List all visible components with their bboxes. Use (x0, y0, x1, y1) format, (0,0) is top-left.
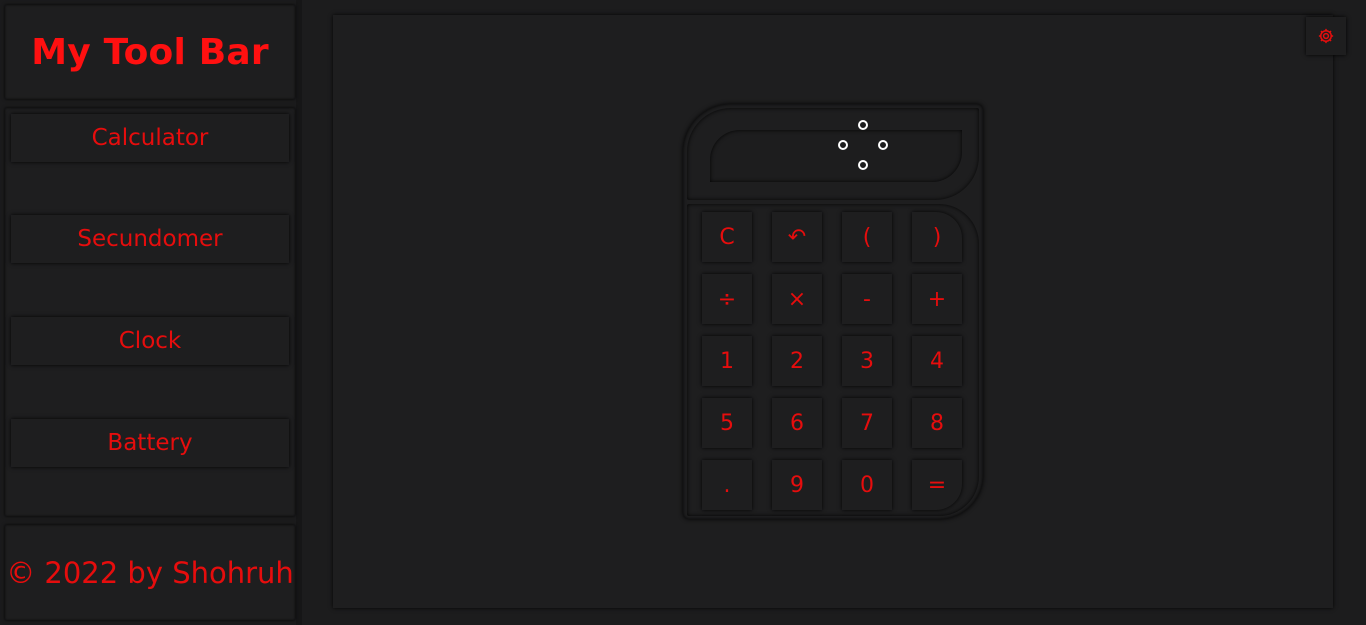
calculator-display-housing (687, 108, 979, 200)
key-7[interactable]: 7 (842, 398, 892, 448)
calculator: C ↶ () ÷ × - +1 2 3 4 5 6 7 8. 9 0 = (683, 104, 983, 519)
sidebar-item-secundomer[interactable]: Secundomer (11, 215, 289, 263)
key-multiply[interactable]: × (772, 274, 822, 324)
key-2[interactable]: 2 (772, 336, 822, 386)
settings-button[interactable] (1306, 17, 1346, 55)
key-divide[interactable]: ÷ (702, 274, 752, 324)
spinner-dot (838, 140, 848, 150)
key-4[interactable]: 4 (912, 336, 962, 386)
key-6[interactable]: 6 (772, 398, 822, 448)
key-0[interactable]: 0 (842, 460, 892, 510)
footer-panel: © 2022 by Shohruh (5, 525, 295, 620)
key-9[interactable]: 9 (772, 460, 822, 510)
spinner-dot (858, 120, 868, 130)
key-close-paren[interactable]: ) (912, 212, 962, 262)
key-minus[interactable]: - (842, 274, 892, 324)
key-undo[interactable]: ↶ (772, 212, 822, 262)
key-equals[interactable]: = (912, 460, 962, 510)
sidebar-nav: Calculator Secundomer Clock Battery (5, 108, 295, 516)
spinner-dot (878, 140, 888, 150)
loading-spinner-icon (833, 108, 893, 170)
footer-copyright: © 2022 by Shohruh (6, 555, 294, 590)
brand-panel: My Tool Bar (5, 5, 295, 99)
sidebar-item-battery[interactable]: Battery (11, 419, 289, 467)
key-clear[interactable]: C (702, 212, 752, 262)
key-5[interactable]: 5 (702, 398, 752, 448)
key-open-paren[interactable]: ( (842, 212, 892, 262)
key-1[interactable]: 1 (702, 336, 752, 386)
gear-icon (1318, 28, 1334, 44)
sidebar-item-clock[interactable]: Clock (11, 317, 289, 365)
key-decimal[interactable]: . (702, 460, 752, 510)
key-8[interactable]: 8 (912, 398, 962, 448)
brand-title: My Tool Bar (31, 31, 269, 73)
calculator-keypad: C ↶ () ÷ × - +1 2 3 4 5 6 7 8. 9 0 = (687, 204, 979, 516)
main-content: C ↶ () ÷ × - +1 2 3 4 5 6 7 8. 9 0 = (333, 15, 1346, 608)
key-3[interactable]: 3 (842, 336, 892, 386)
sidebar-item-calculator[interactable]: Calculator (11, 114, 289, 162)
spinner-dot (858, 160, 868, 170)
key-plus[interactable]: + (912, 274, 962, 324)
sidebar: My Tool Bar Calculator Secundomer Clock … (0, 0, 302, 625)
